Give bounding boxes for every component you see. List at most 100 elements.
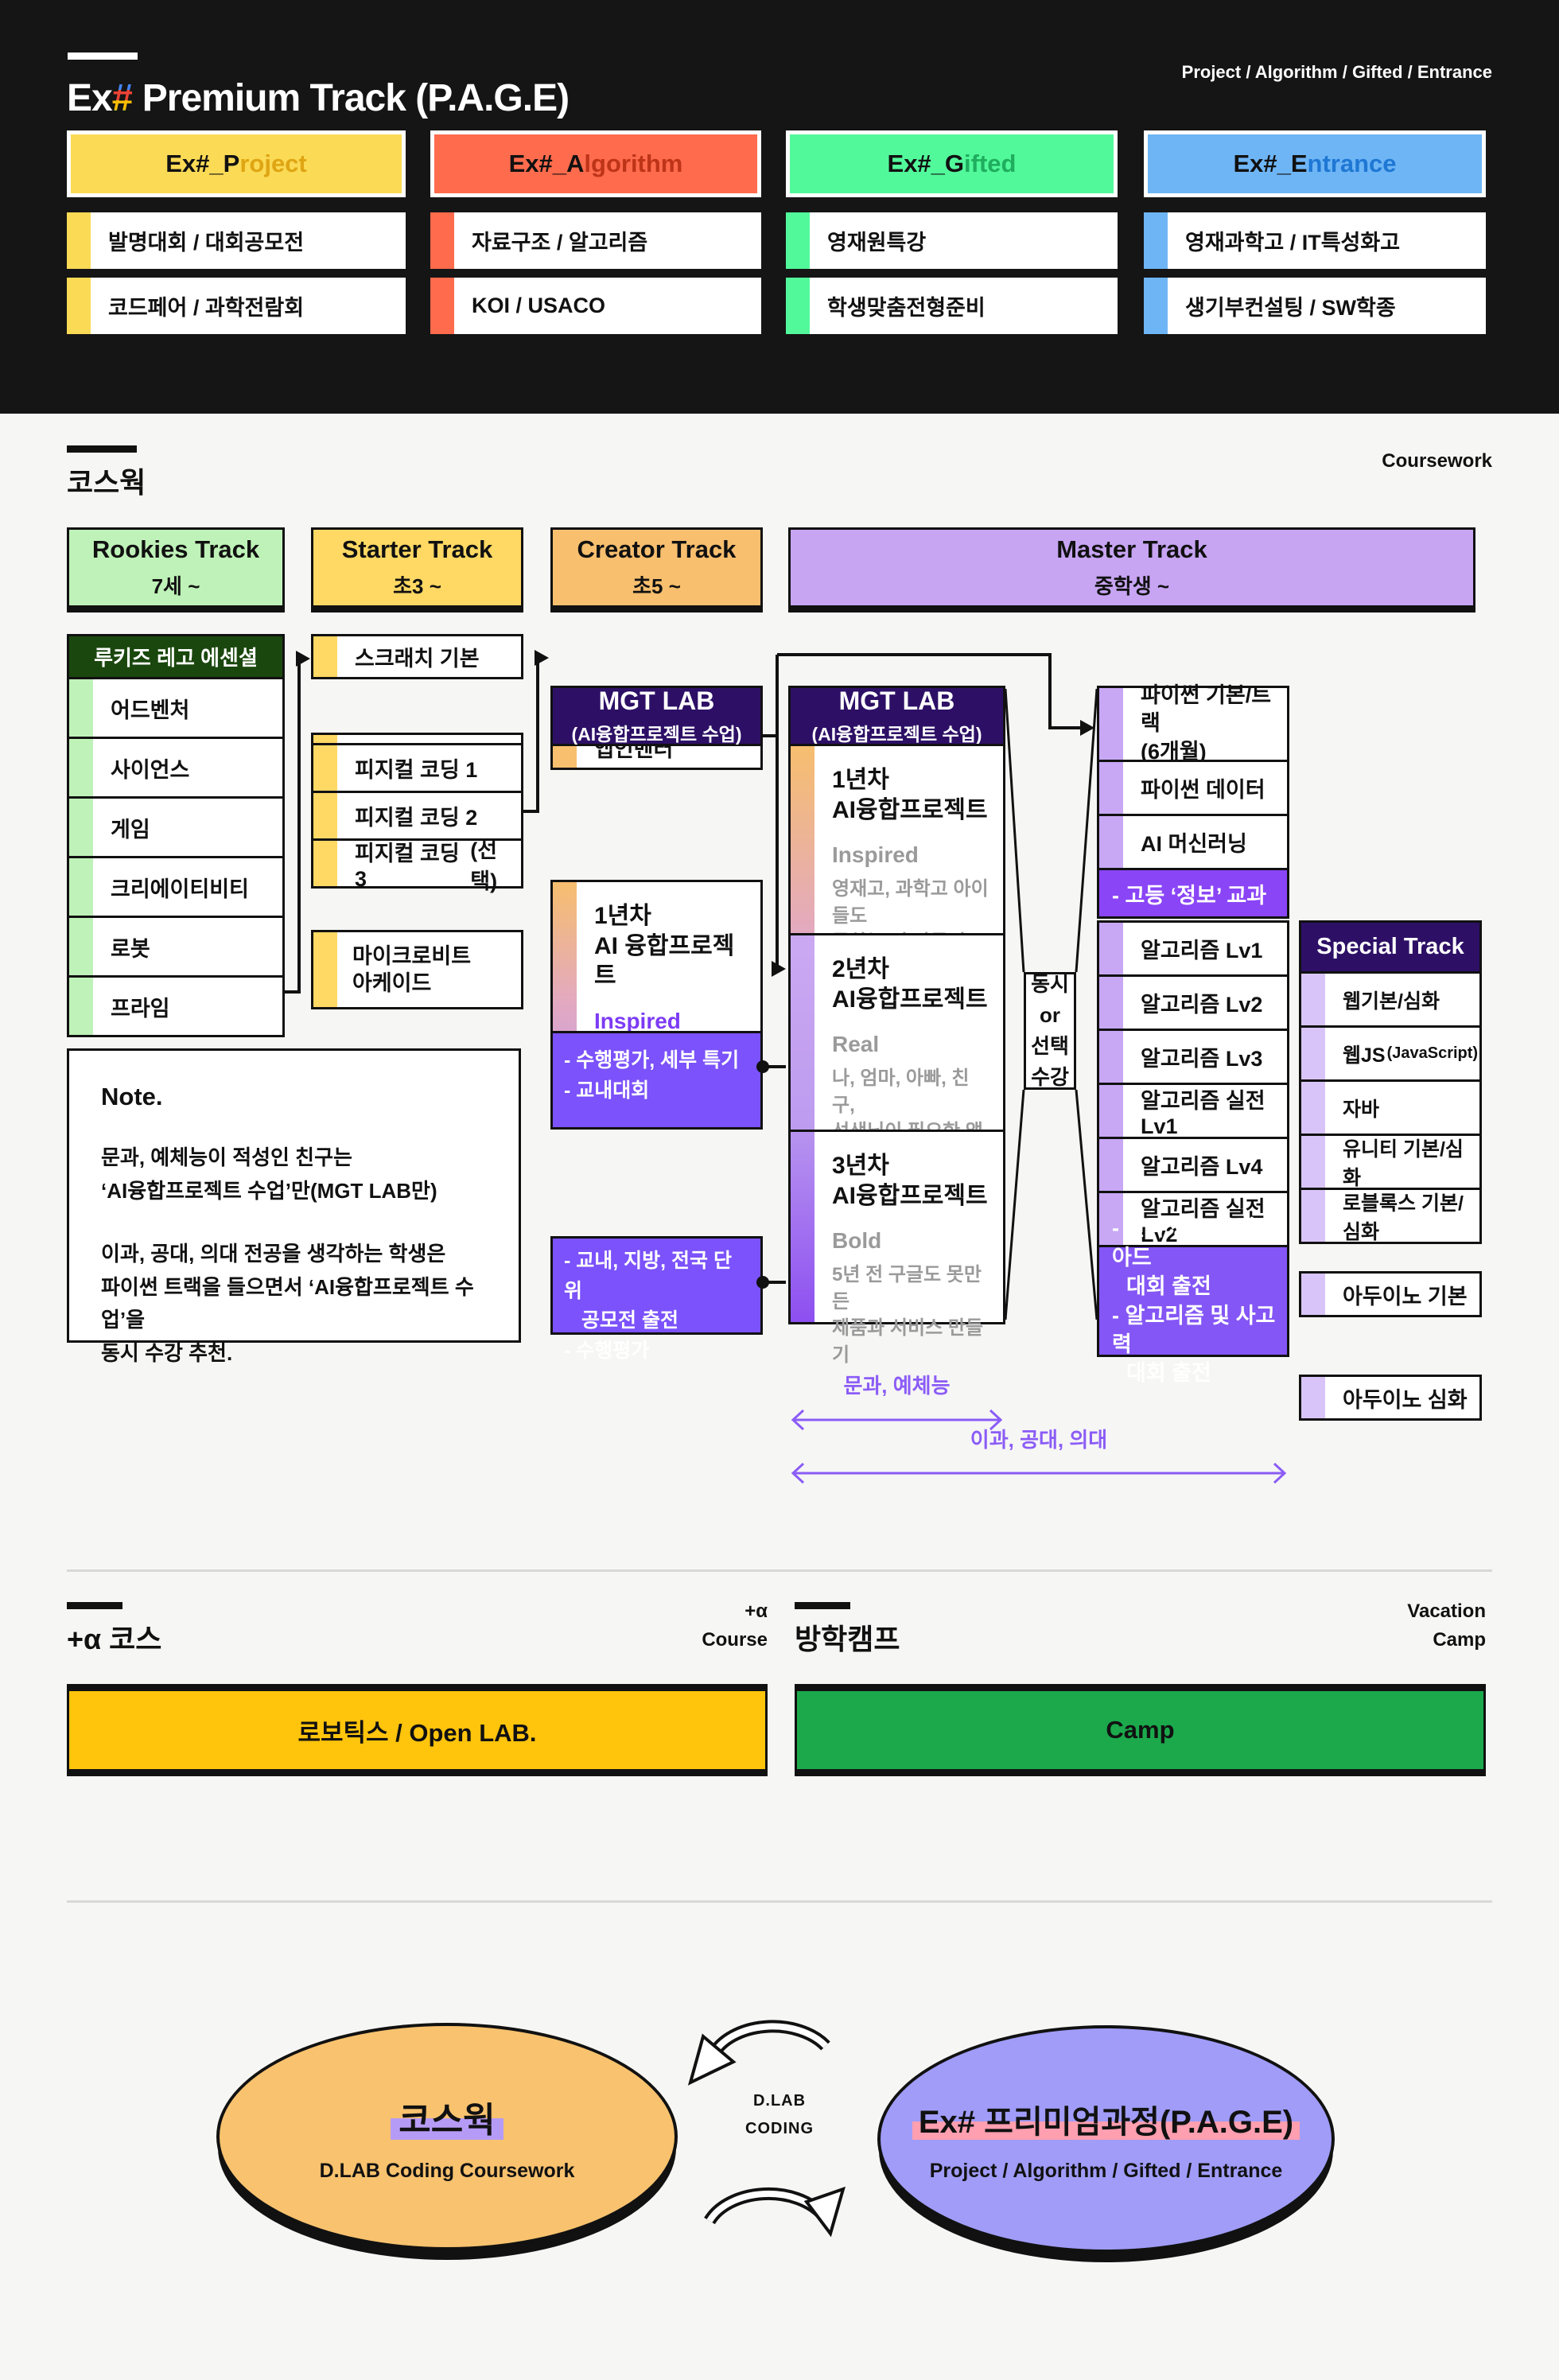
note-line: ‘AI융합프로젝트 수업’만(MGT LAB만) [101, 1175, 487, 1208]
cycle-left-subtitle: D.LAB Coding Coursework [320, 2160, 575, 2183]
python-track-list: 파이썬 기본/트랙(6개월) 파이썬 데이터 AI 머신러닝 - 고등 ‘정보’… [1097, 686, 1289, 919]
course-label: 알고리즘 Lv4 [1141, 1149, 1262, 1180]
track-age: 초3 ~ [393, 570, 441, 600]
master-year-2: 2년차 AI융합프로젝트 Real 나, 엄마, 아빠, 친구,선생님이 필요한… [791, 933, 1003, 1130]
special-track-header: Special Track [1301, 923, 1479, 971]
course-label: 피지컬 코딩 3 [355, 836, 470, 892]
year-label: 1년차 [832, 765, 992, 795]
track-header-starter: Starter Track 초3 ~ [311, 527, 523, 612]
camp-en-line: Camp [1273, 1626, 1486, 1655]
course-label: 유니티 기본/심화 [1343, 1134, 1479, 1191]
note-paragraph-2: 이과, 공대, 의대 전공을 생각하는 학생은 파이썬 트랙을 들으면서 ‘AI… [101, 1238, 487, 1370]
cycle-center-line: D.LAB [716, 2092, 843, 2110]
accent-bar [1099, 762, 1123, 814]
accent-bar [313, 793, 337, 838]
accent-bar [1144, 278, 1168, 334]
contest-line: 대회 출전 [1112, 1359, 1211, 1387]
simultaneous-or-choice-box: 동시 or 선택 수강 [1024, 972, 1076, 1090]
cycle-right-title: Ex# 프리미엄과정(P.A.G.E) [912, 2096, 1300, 2142]
project-label: AI 융합프로젝트 [594, 931, 749, 991]
algorithm-course-list: 알고리즘 Lv1 알고리즘 Lv2 알고리즘 Lv3 알고리즘 실전 Lv1 알… [1097, 920, 1289, 1357]
note-box: Note. 문과, 예체능이 적성인 친구는 ‘AI융합프로젝트 수업’만(MG… [67, 1048, 521, 1343]
accent-bar [1099, 1085, 1123, 1137]
axis-arrow-stem [793, 1464, 1285, 1483]
category-item: KOI / USACO [430, 278, 761, 334]
category-item: 영재과학고 / IT특성화고 [1144, 212, 1486, 269]
category-item-label: 영재과학고 / IT특성화고 [1185, 225, 1400, 256]
category-label-suffix: ntrance [1308, 150, 1397, 178]
alpha-title: +α 코스 [67, 1616, 161, 1658]
category-item: 학생맞춤전형준비 [786, 278, 1118, 334]
course-label: 파이썬 기본/트랙 [1141, 682, 1287, 737]
mgtlab-title: MGT LAB [839, 686, 955, 716]
funnel-word: 수강 [1031, 1062, 1069, 1093]
project-label: AI융합프로젝트 [832, 795, 992, 826]
project-desc: 영재고, 과학고 아이들도 [832, 876, 992, 929]
project-label: AI융합프로젝트 [832, 1181, 992, 1211]
course-arduino-advanced: 아두이노 심화 [1299, 1375, 1482, 1421]
course-label: 로봇 [111, 931, 150, 962]
premium-ellipse: Ex# 프리미엄과정(P.A.G.E) Project / Algorithm … [877, 2025, 1335, 2253]
course-item: 피지컬 코딩 2 [313, 791, 521, 838]
note-line: 파이썬 트랙을 들으면서 ‘AI융합프로젝트 수업’을 [101, 1271, 487, 1337]
accent-bar [313, 745, 337, 791]
section-divider [67, 1900, 1492, 1903]
course-arduino-basic: 아두이노 기본 [1299, 1271, 1482, 1317]
accent-bar [1099, 923, 1123, 974]
accent-bar [786, 212, 810, 269]
accent-bar [1099, 1031, 1123, 1083]
accent-bar [69, 799, 93, 856]
camp-title-en: Vacation Camp [1273, 1597, 1486, 1655]
track-age: 초5 ~ [632, 570, 681, 600]
callout-line: 공모전 출전 [564, 1306, 749, 1336]
mgtlab-subtitle: (AI융합프로젝트 수업) [812, 719, 982, 746]
course-label: 어드벤처 [111, 693, 189, 724]
year-label: 2년차 [832, 955, 992, 985]
course-label: 알고리즘 실전 Lv1 [1141, 1083, 1287, 1139]
funnel-word: 동시 [1031, 969, 1069, 1000]
course-label: 알고리즘 Lv1 [1141, 933, 1262, 964]
accent-bar [786, 278, 810, 334]
accent-bar [430, 278, 454, 334]
coursework-dash [67, 445, 137, 453]
coursework-title: 코스웍 [67, 460, 146, 501]
course-item: 알고리즘 실전 Lv1 [1099, 1083, 1287, 1137]
category-label-prefix: Ex#_E [1233, 150, 1307, 178]
rookies-lego-header: 루키즈 레고 에센셜 [67, 634, 285, 679]
coursework-ellipse: 코스웍 D.LAB Coding Coursework [216, 2023, 678, 2250]
premium-track-poster: Ex# Premium Track (P.A.G.E) Project / Al… [0, 0, 1559, 2380]
year-label: 3년차 [832, 1151, 992, 1181]
mgtlab-subtitle: (AI융합프로젝트 수업) [572, 719, 742, 746]
category-item-label: 학생맞춤전형준비 [827, 290, 986, 321]
cycle-left-title: 코스웍 [391, 2091, 503, 2142]
course-item: 로블록스 기본/심화 [1301, 1188, 1479, 1242]
arrowhead-icon [772, 961, 786, 977]
cycle-center-line: CODING [716, 2120, 843, 2138]
highschool-subject-badge: - 고등 ‘정보’ 교과 [1099, 868, 1287, 916]
axis-label-stem: 이과, 공대, 의대 [788, 1424, 1289, 1453]
highlighted-text: 코스웍 [391, 2101, 503, 2140]
course-label: 웹기본/심화 [1343, 986, 1440, 1014]
project-desc: 제품과 서비스 만들기 [832, 1315, 992, 1368]
course-label: 스크래치 기본 [355, 641, 480, 672]
track-header-rookies: Rookies Track 7세 ~ [67, 527, 285, 612]
track-age: 7세 ~ [152, 570, 200, 600]
accent-bar [1099, 1139, 1123, 1191]
accent-bar [1099, 688, 1123, 760]
coursework-title-en: Coursework [1382, 450, 1492, 472]
rookies-course-list: 어드벤처 사이언스 게임 크리에이티비티 로봇 프라임 [67, 677, 285, 1037]
logo-ex: Ex [67, 77, 112, 119]
course-label: 알고리즘 Lv2 [1141, 987, 1262, 1018]
course-python-data: 파이썬 데이터 [1099, 760, 1287, 814]
note-title: Note. [101, 1083, 487, 1111]
course-item: 알고리즘 Lv1 [1099, 923, 1287, 974]
highlighted-text: Ex# 프리미엄과정(P.A.G.E) [912, 2105, 1300, 2140]
course-label: 피지컬 코딩 1 [355, 752, 477, 784]
note-line: 동시 수강 추천. [101, 1337, 487, 1371]
arrowhead-icon [1080, 720, 1094, 736]
accent-bar [1099, 816, 1123, 868]
accent-bar [1301, 1377, 1325, 1418]
project-tagline: Inspired [832, 842, 992, 868]
accent-bar [1301, 1028, 1325, 1079]
category-label-suffix: roject [239, 150, 306, 178]
